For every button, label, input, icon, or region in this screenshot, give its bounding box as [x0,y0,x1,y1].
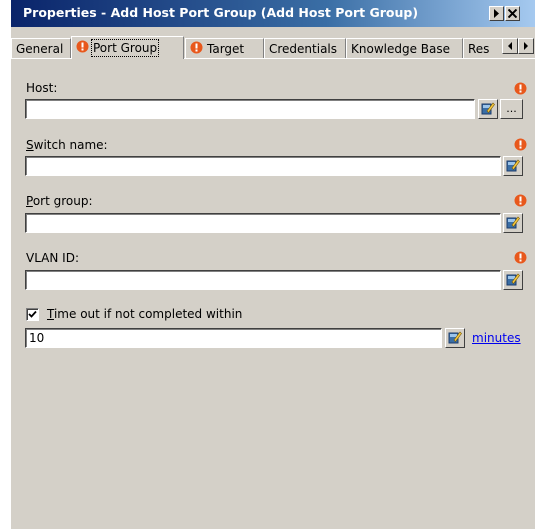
tab-credentials[interactable]: Credentials [264,38,346,58]
close-button[interactable] [505,6,520,21]
host-label: Host: [26,81,58,95]
chevron-right-icon [523,39,529,53]
tab-scroll-buttons [502,38,534,54]
title-bar[interactable]: Properties - Add Host Port Group (Add Ho… [11,0,535,27]
tab-resources[interactable]: Res [463,38,505,58]
timeout-checkbox[interactable] [26,308,39,321]
minutes-link[interactable]: minutes [472,331,521,345]
tab-general[interactable]: General [11,38,71,58]
tab-label: Credentials [269,41,338,56]
host-browse-button[interactable]: ... [500,99,523,119]
tab-label: Port Group [90,39,160,57]
chevron-right-icon [492,7,501,21]
timeout-input[interactable] [25,328,442,348]
tab-label: Knowledge Base [351,41,450,56]
error-icon [76,40,89,56]
tab-strip: General Port Group Target Credentials Kn… [11,36,535,59]
vlan-id-edit-button[interactable] [503,270,523,290]
error-icon [514,194,527,207]
tab-knowledge-base[interactable]: Knowledge Base [346,38,463,58]
switch-name-edit-button[interactable] [503,156,523,176]
checkmark-icon [28,308,37,322]
timeout-edit-button[interactable] [445,328,465,348]
error-icon [190,41,203,57]
edit-property-icon [481,101,495,118]
edit-property-icon [506,215,520,232]
properties-window: Properties - Add Host Port Group (Add Ho… [10,0,535,529]
error-icon [514,138,527,151]
edit-property-icon [506,158,520,175]
port-group-label: Port group: [26,194,93,208]
browse-button-label: ... [506,102,517,115]
tab-label: General [16,41,64,56]
close-icon [507,7,518,21]
host-edit-button[interactable] [478,99,498,119]
tab-port-group[interactable]: Port Group [71,36,184,59]
tab-target[interactable]: Target [185,38,264,58]
error-icon [514,251,527,264]
dock-button[interactable] [489,6,504,21]
edit-property-icon [506,272,520,289]
tab-label: Res [468,41,490,56]
tab-scroll-right-button[interactable] [518,38,534,54]
port-group-input[interactable] [25,213,501,233]
switch-name-input[interactable] [25,156,501,176]
vlan-id-label: VLAN ID: [26,251,79,265]
tab-scroll-left-button[interactable] [502,38,518,54]
timeout-checkbox-label: Time out if not completed within [47,307,243,321]
host-input[interactable] [25,99,475,119]
edit-property-icon [448,330,462,347]
chevron-left-icon [507,39,513,53]
port-group-edit-button[interactable] [503,213,523,233]
tab-label: Target [207,41,245,56]
window-title: Properties - Add Host Port Group (Add Ho… [23,5,419,20]
switch-name-label: Switch name: [26,138,108,152]
vlan-id-input[interactable] [25,270,501,290]
error-icon [514,82,527,95]
